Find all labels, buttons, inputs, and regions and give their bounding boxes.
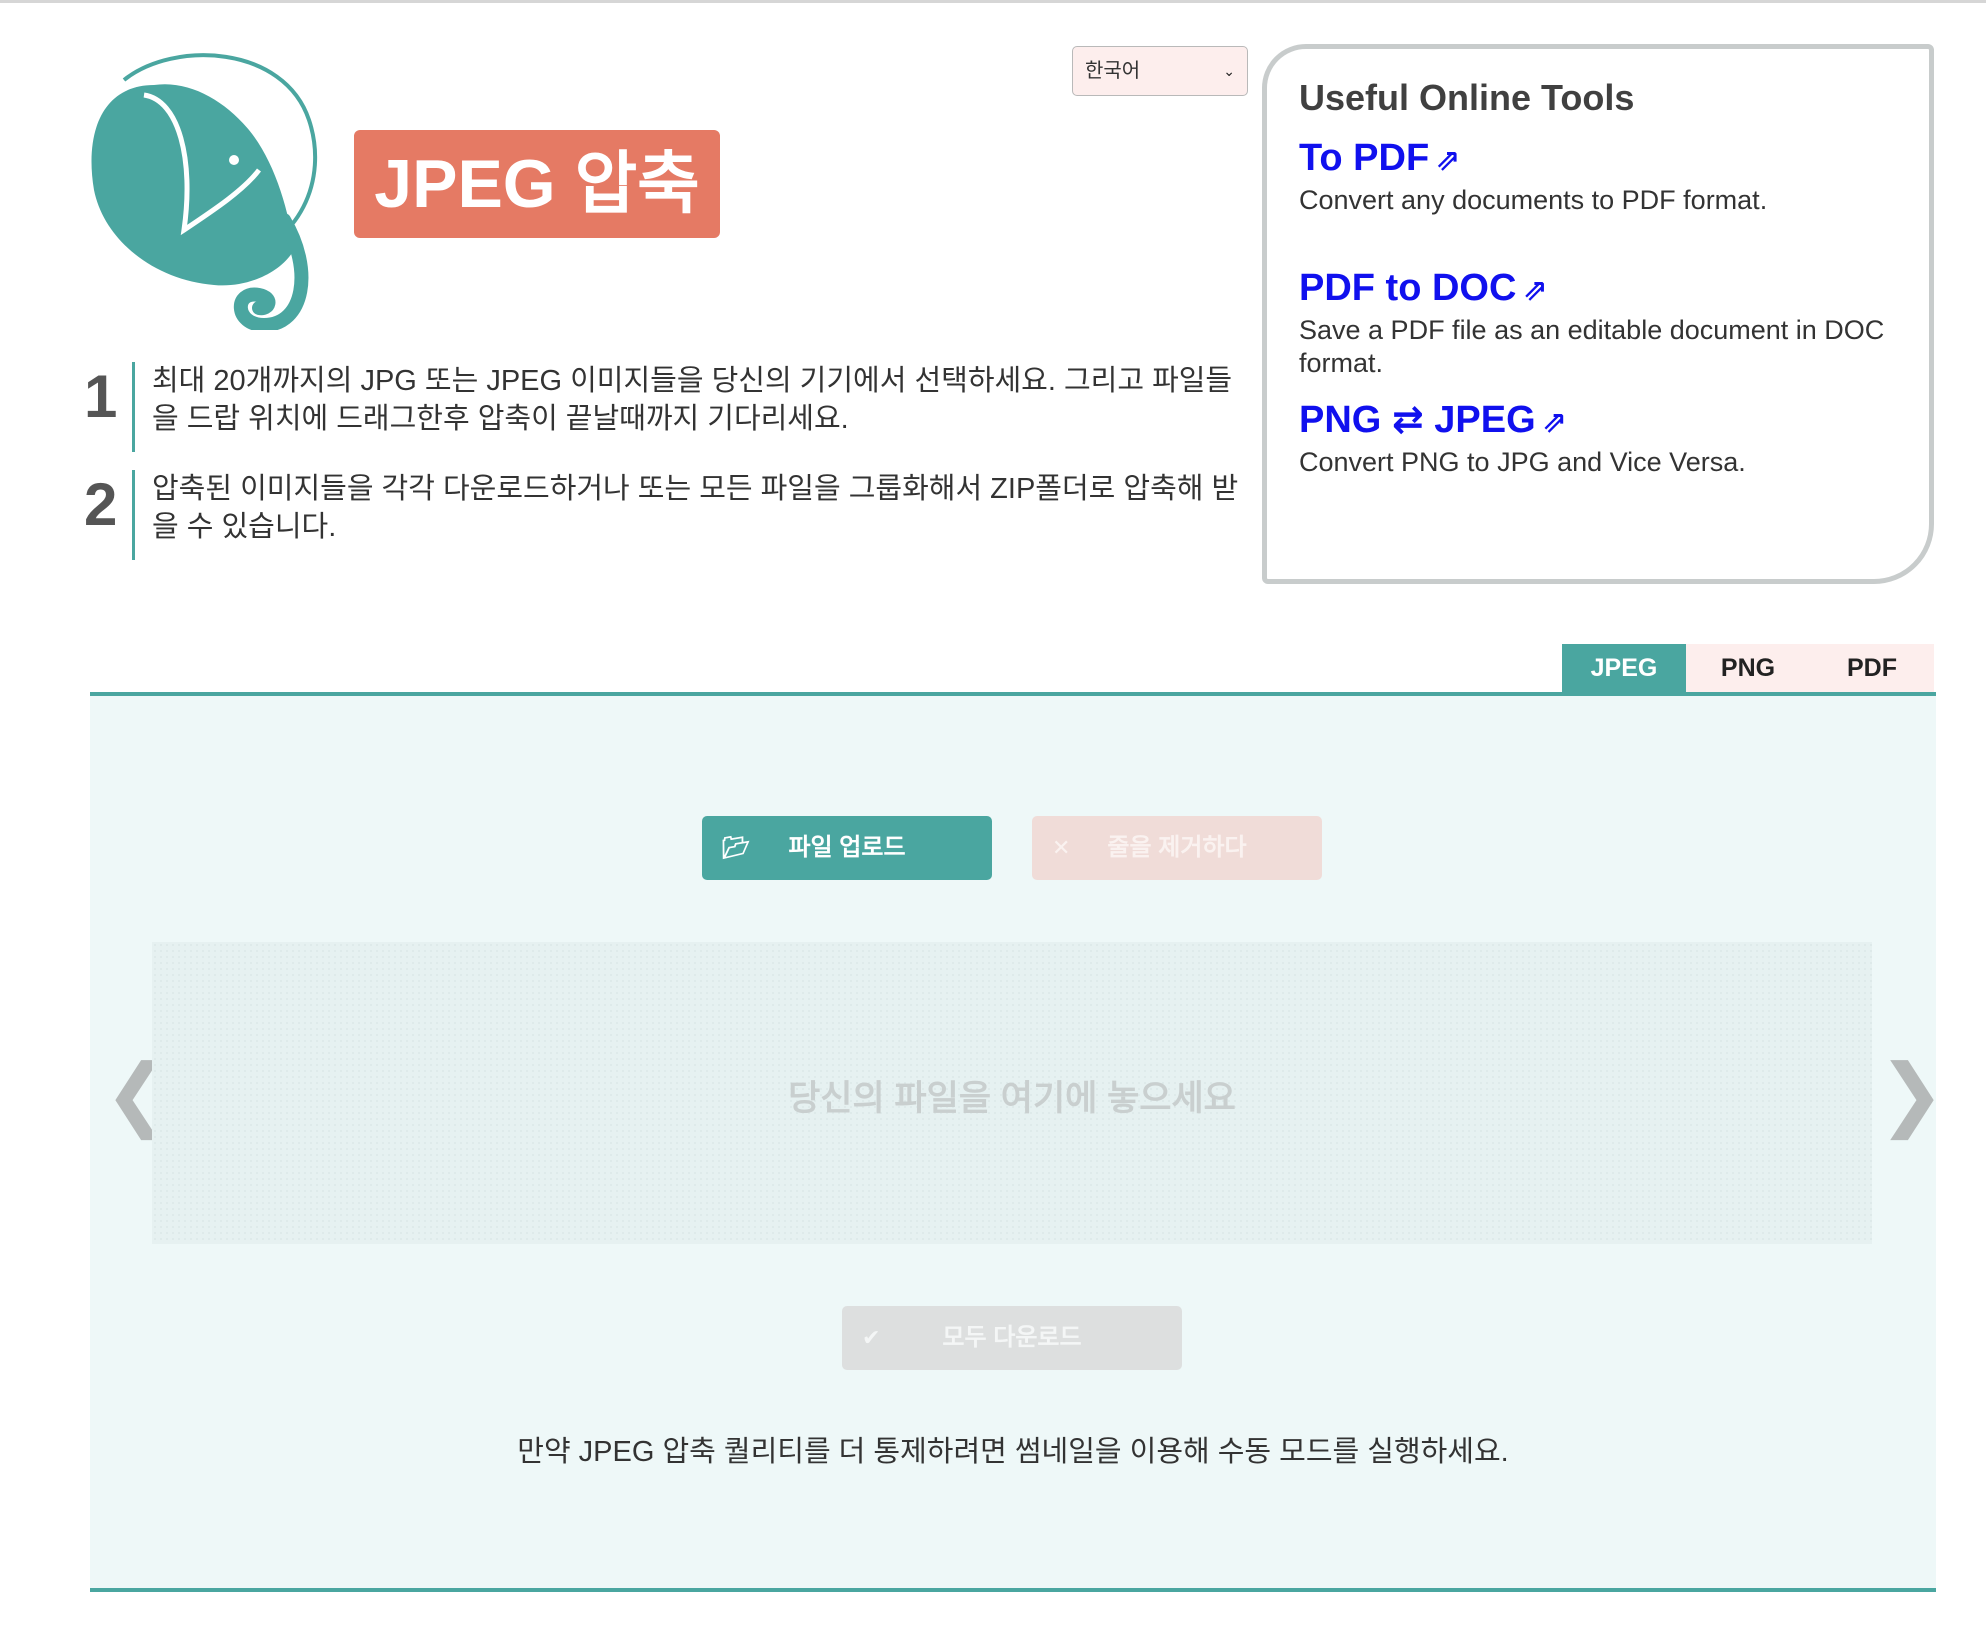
manual-mode-hint: 만약 JPEG 압축 퀄리티를 더 통제하려면 썸네일을 이용해 수동 모드를 …	[517, 1436, 1509, 1468]
tool-description: Save a PDF file as an editable document …	[1299, 315, 1885, 378]
instruction-step-2: 2 압축된 이미지들을 각각 다운로드하거나 또는 모든 파일을 그룹화해서 Z…	[84, 470, 1256, 560]
panel-bottom-border	[90, 1588, 1936, 1592]
upload-button-label: 파일 업로드	[788, 834, 906, 861]
external-link-icon: ⇗	[1541, 406, 1567, 439]
step-text: 압축된 이미지들을 각각 다운로드하거나 또는 모든 파일을 그룹화해서 ZIP…	[152, 473, 1239, 543]
chevron-right-icon[interactable]: ❯	[1878, 1054, 1945, 1134]
language-select[interactable]: 한국어 ⌄	[1072, 46, 1248, 96]
external-link-icon: ⇗	[1522, 274, 1548, 307]
step-divider	[132, 362, 135, 452]
close-icon: ✕	[1052, 835, 1071, 860]
language-select-value: 한국어	[1085, 60, 1141, 82]
folder-open-icon: 📂︎	[722, 835, 750, 860]
step-text: 최대 20개까지의 JPG 또는 JPEG 이미지들을 당신의 기기에서 선택하…	[152, 365, 1233, 435]
step-divider	[132, 470, 135, 560]
clear-button-label: 줄을 제거하다	[1107, 834, 1247, 861]
elephant-logo[interactable]	[84, 40, 324, 330]
tool-link-pdf-to-doc[interactable]: PDF to DOC ⇗	[1299, 267, 1548, 310]
download-all-button[interactable]: ✔ 모두 다운로드	[842, 1306, 1182, 1370]
useful-tools-box: Useful Online Tools To PDF ⇗ Convert any …	[1262, 44, 1934, 584]
tab-pdf[interactable]: PDF	[1810, 644, 1934, 692]
tab-png[interactable]: PNG	[1686, 644, 1810, 692]
chevron-down-icon: ⌄	[1223, 63, 1235, 79]
upload-files-button[interactable]: 📂︎ 파일 업로드	[702, 816, 992, 880]
tool-item-pdf-to-doc: PDF to DOC ⇗ Save a PDF file as an editab…	[1299, 267, 1899, 380]
check-icon: ✔	[862, 1325, 881, 1350]
tool-link-to-pdf[interactable]: To PDF ⇗	[1299, 137, 1460, 180]
step-number: 1	[84, 363, 118, 430]
top-border	[0, 0, 1986, 3]
instruction-step-1: 1 최대 20개까지의 JPG 또는 JPEG 이미지들을 당신의 기기에서 선…	[84, 362, 1256, 452]
download-all-label: 모두 다운로드	[942, 1324, 1082, 1351]
page-title: JPEG 압축	[354, 130, 720, 238]
clear-queue-button[interactable]: ✕ 줄을 제거하다	[1032, 816, 1322, 880]
tool-description: Convert any documents to PDF format.	[1299, 185, 1768, 215]
tool-item-to-pdf: To PDF ⇗ Convert any documents to PDF for…	[1299, 137, 1899, 217]
tab-jpeg[interactable]: JPEG	[1562, 644, 1686, 692]
format-tabs: JPEG PNG PDF	[1562, 644, 1934, 692]
tool-link-png-jpeg[interactable]: PNG ⇄ JPEG ⇗	[1299, 397, 1567, 442]
tool-item-png-jpeg: PNG ⇄ JPEG ⇗ Convert PNG to JPG and Vice …	[1299, 397, 1899, 479]
dropzone-text: 당신의 파일을 여기에 놓으세요	[788, 1079, 1236, 1118]
step-number: 2	[84, 471, 118, 538]
file-dropzone[interactable]: 당신의 파일을 여기에 놓으세요	[152, 942, 1872, 1244]
tools-heading: Useful Online Tools	[1299, 77, 1635, 118]
external-link-icon: ⇗	[1435, 144, 1461, 177]
tool-description: Convert PNG to JPG and Vice Versa.	[1299, 447, 1746, 477]
